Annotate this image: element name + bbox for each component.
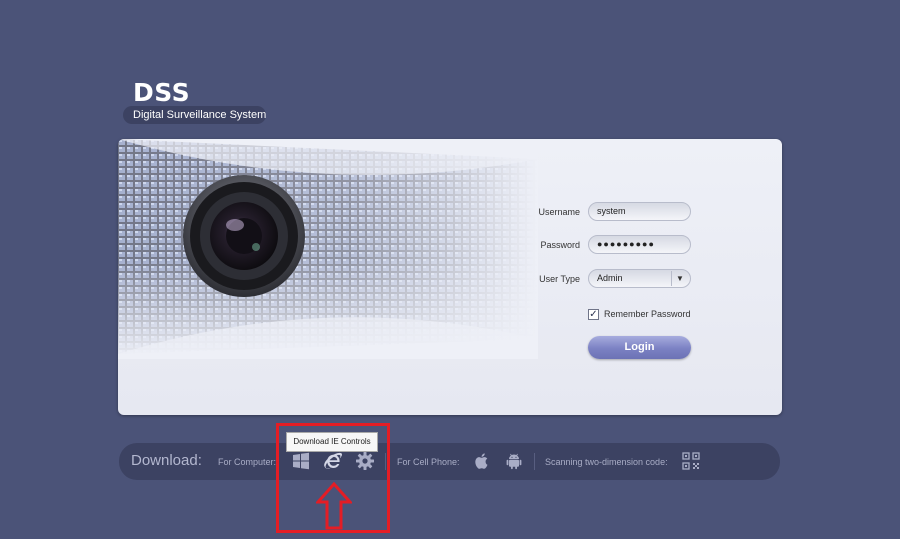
camera-lens-icon [183, 175, 305, 297]
app-logo-subtitle: Digital Surveillance System [123, 106, 266, 124]
app-logo-title: DSS [133, 78, 191, 107]
android-icon[interactable] [504, 451, 524, 471]
user-type-label: User Type [539, 274, 580, 284]
qr-code-icon[interactable] [681, 451, 701, 471]
username-input[interactable]: system [588, 202, 691, 221]
chevron-down-icon[interactable]: ▼ [671, 271, 688, 286]
remember-password-checkbox[interactable]: ✓ [588, 308, 599, 320]
download-bar: Download: For Computer: For Cell Phone: [119, 443, 780, 480]
user-type-select[interactable]: Admin ▼ [588, 269, 691, 288]
scanning-label: Scanning two-dimension code: [545, 457, 668, 467]
login-panel: Username system Password ●●●●●●●●● User … [118, 139, 782, 415]
username-label: Username [538, 207, 580, 217]
apple-icon[interactable] [472, 451, 492, 471]
remember-password[interactable]: ✓ Remember Password [588, 307, 691, 321]
divider [534, 453, 535, 470]
login-button[interactable]: Login [588, 336, 691, 359]
download-title: Download: [131, 452, 202, 469]
annotation-arrow-up-icon [316, 482, 352, 530]
video-wall-illustration [118, 139, 538, 359]
remember-password-label: Remember Password [604, 309, 691, 319]
password-input[interactable]: ●●●●●●●●● [588, 235, 691, 254]
for-computer-label: For Computer: [218, 457, 277, 467]
for-cell-phone-label: For Cell Phone: [397, 457, 460, 467]
password-label: Password [540, 240, 580, 250]
user-type-value: Admin [597, 273, 623, 283]
